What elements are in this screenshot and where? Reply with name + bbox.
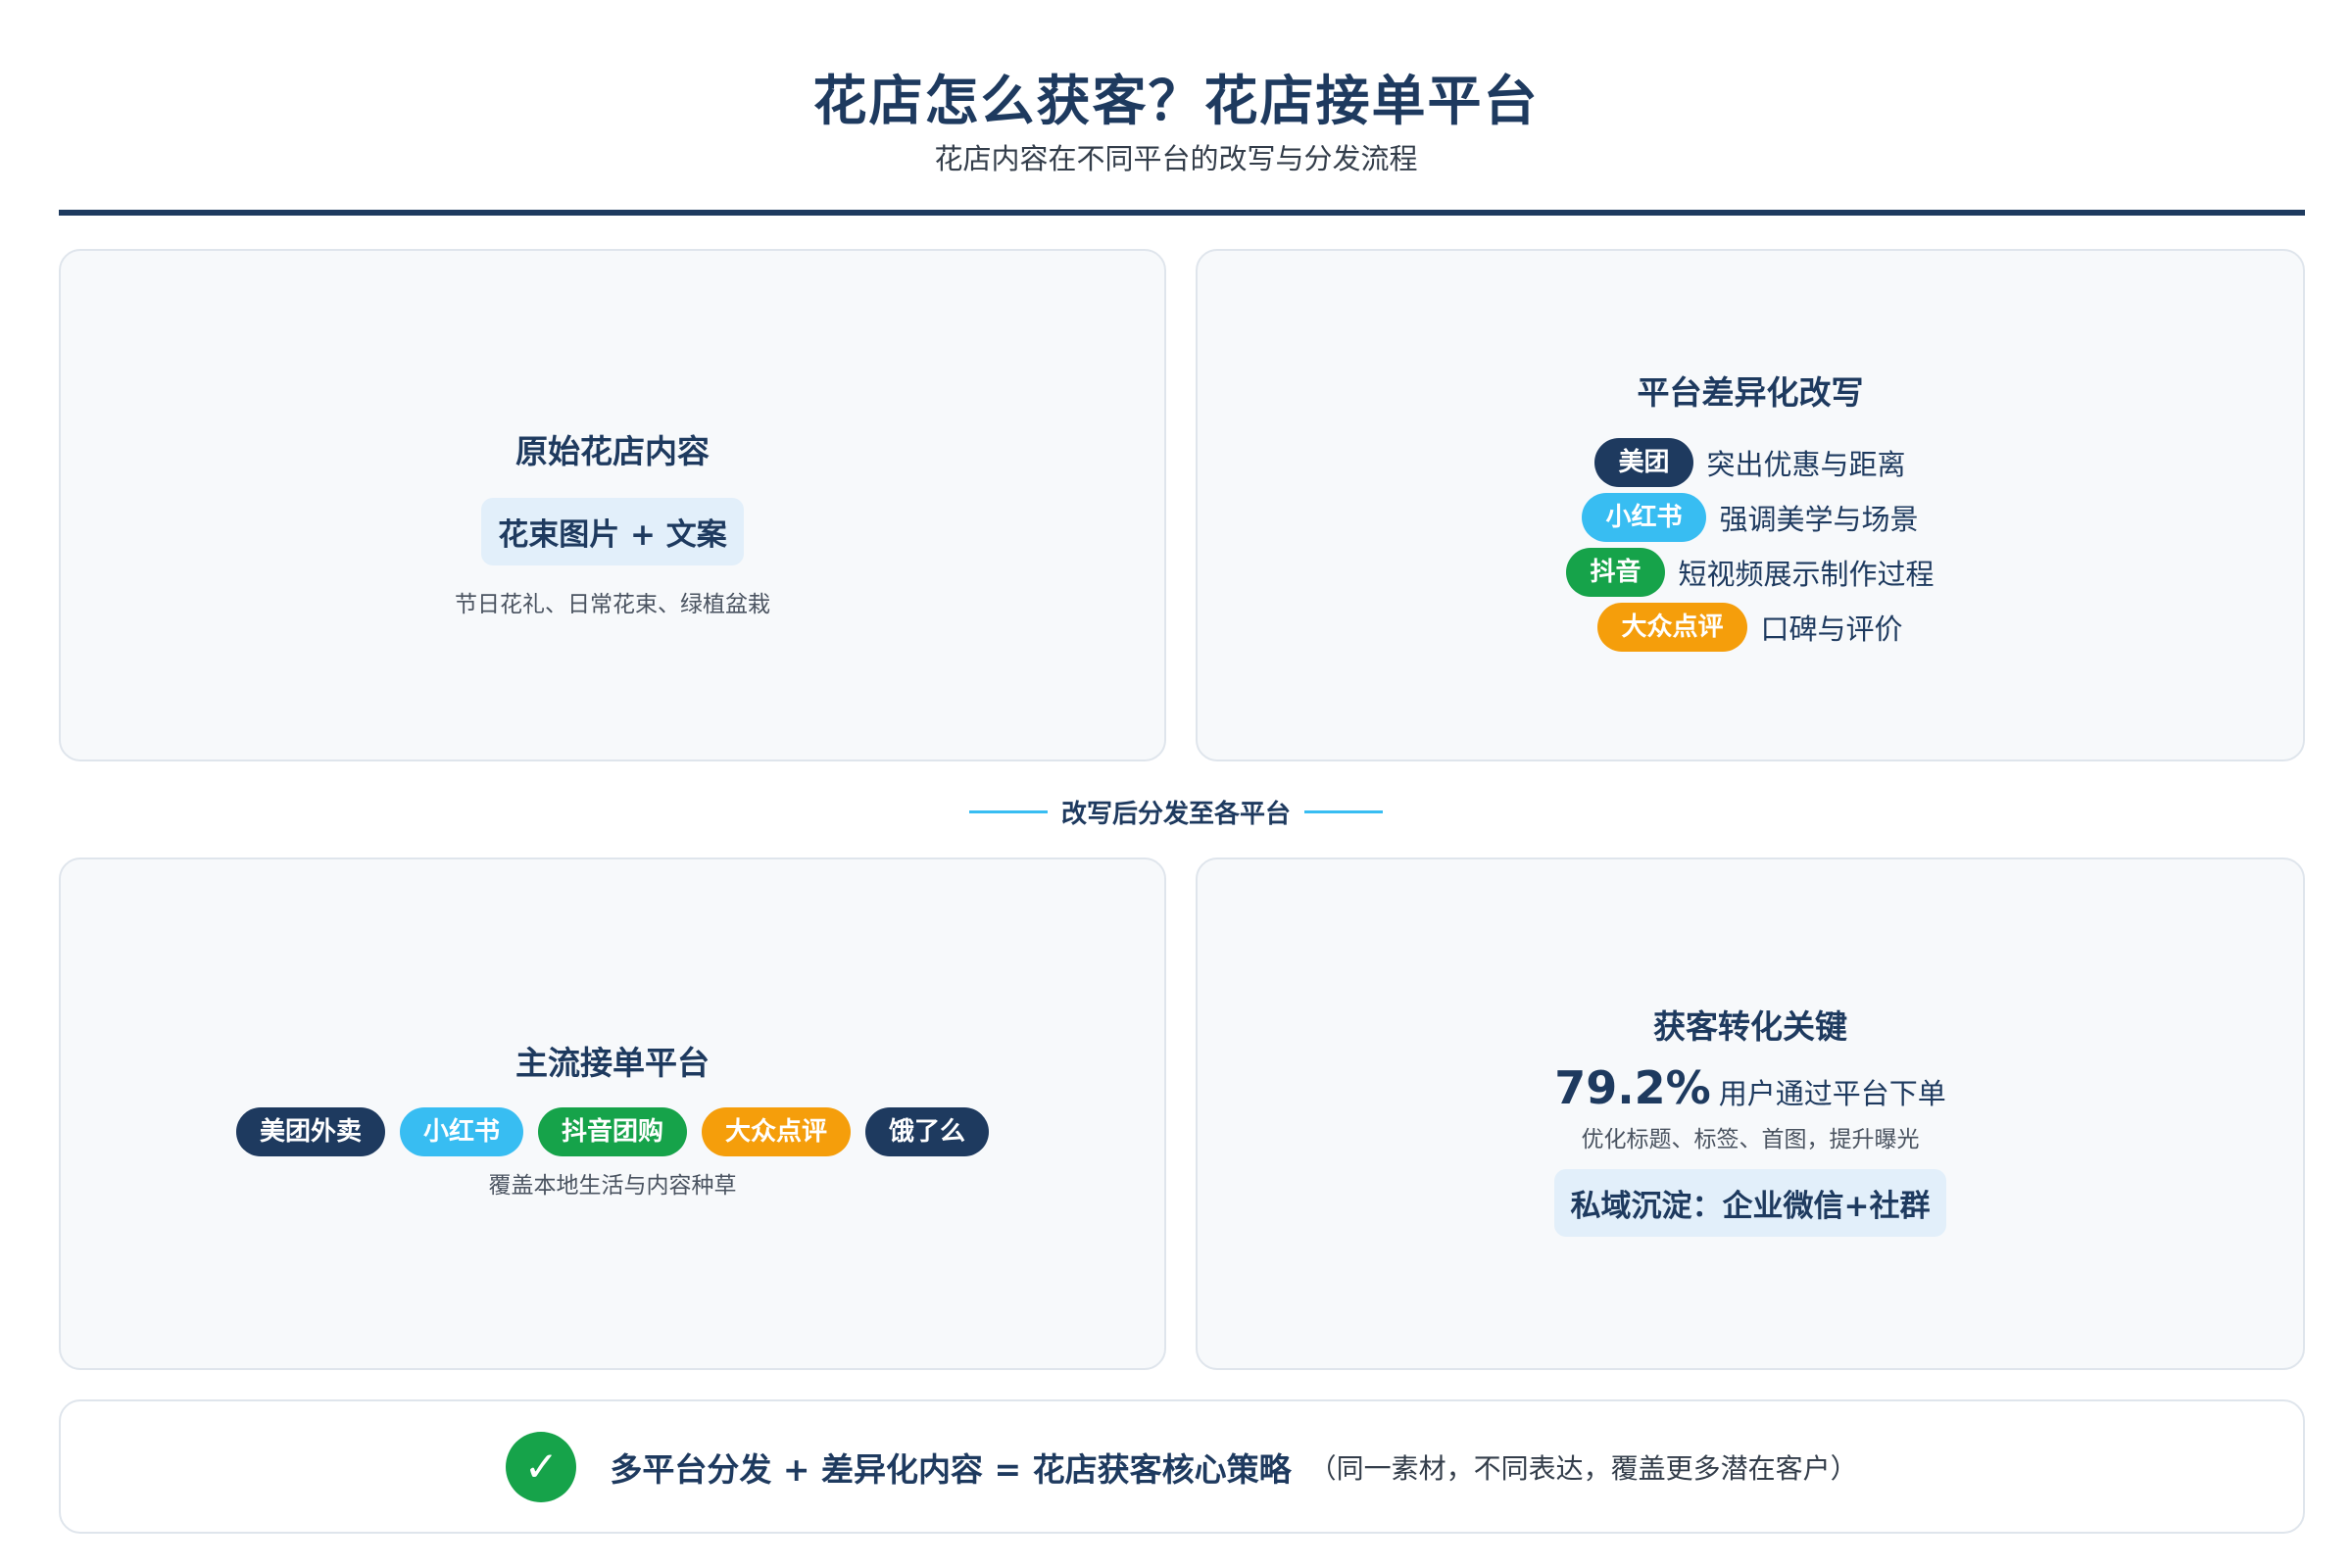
flow-line-left: [968, 810, 1048, 813]
strategy-note: （同一素材，不同表达，覆盖更多潜在客户）: [1308, 1451, 1858, 1485]
conversion-card: 获客转化关键 79.2% 用户通过平台下单 优化标题、标签、首图，提升曝光 私域…: [1196, 858, 2305, 1370]
platform-tag-xiaohongshu: 小红书: [1582, 493, 1706, 542]
platforms-card: 主流接单平台 美团外卖 小红书 抖音团购 大众点评 饿了么 覆盖本地生活与内容种…: [59, 858, 1166, 1370]
strategy-footer: ✓ 多平台分发 + 差异化内容 = 花店获客核心策略 （同一素材，不同表达，覆盖…: [59, 1399, 2305, 1534]
platform-pill-row: 美团外卖 小红书 抖音团购 大众点评 饿了么: [61, 1107, 1164, 1156]
platform-pill-eleme: 饿了么: [865, 1107, 990, 1156]
platform-pill-meituan-waimai: 美团外卖: [235, 1107, 385, 1156]
platform-tag-dianping: 大众点评: [1597, 603, 1747, 652]
platform-tag-douyin: 抖音: [1566, 548, 1665, 597]
conversion-stat-desc: 用户通过平台下单: [1718, 1077, 1946, 1110]
platform-pill-dianping: 大众点评: [702, 1107, 852, 1156]
strategy-summary: 多平台分发 + 差异化内容 = 花店获客核心策略: [610, 1449, 1292, 1489]
rewrite-row: 小红书 强调美学与场景: [1198, 492, 2303, 543]
header-divider: [59, 210, 2305, 216]
flow-connector: 改写后分发至各平台: [0, 794, 2352, 830]
platform-rewrite-card: 平台差异化改写 美团 突出优惠与距离 小红书 强调美学与场景 抖音 短视频展示制…: [1196, 249, 2305, 761]
rewrite-row: 美团 突出优惠与距离: [1198, 437, 2303, 488]
rewrite-desc: 强调美学与场景: [1719, 503, 1919, 536]
private-domain-highlight: 私域沉淀：企业微信+社群: [1553, 1169, 1947, 1237]
source-card-title: 原始花店内容: [515, 432, 710, 470]
rewrite-row: 大众点评 口碑与评价: [1198, 602, 2303, 653]
platforms-card-title: 主流接单平台: [515, 1044, 710, 1082]
page-title: 花店怎么获客？花店接单平台: [812, 70, 1540, 132]
flow-line-right: [1304, 810, 1383, 813]
rewrite-row: 抖音 短视频展示制作过程: [1198, 547, 2303, 598]
source-note: 节日花礼、日常花束、绿植盆栽: [455, 592, 770, 617]
rewrite-desc: 短视频展示制作过程: [1678, 558, 1935, 591]
rewrite-desc: 突出优惠与距离: [1706, 448, 1906, 481]
rewrite-desc: 口碑与评价: [1760, 612, 1903, 646]
conversion-stat-value: 79.2%: [1554, 1061, 1711, 1114]
platform-tag-meituan: 美团: [1594, 438, 1693, 487]
platforms-note: 覆盖本地生活与内容种草: [488, 1173, 737, 1199]
conversion-note: 优化标题、标签、首图，提升曝光: [1581, 1127, 1920, 1152]
rewrite-card-title: 平台差异化改写: [1637, 373, 1864, 412]
flow-label: 改写后分发至各平台: [1060, 800, 1291, 829]
source-content-card: 原始花店内容 花束图片 + 文案 节日花礼、日常花束、绿植盆栽: [59, 249, 1166, 761]
platform-pill-xiaohongshu: 小红书: [399, 1107, 523, 1156]
page-subtitle: 花店内容在不同平台的改写与分发流程: [934, 142, 1418, 175]
conversion-stat: 79.2% 用户通过平台下单: [1198, 1061, 2303, 1114]
conversion-card-title: 获客转化关键: [1653, 1007, 1847, 1046]
source-highlight: 花束图片 + 文案: [481, 498, 744, 565]
platform-pill-douyin-tuangou: 抖音团购: [537, 1107, 687, 1156]
check-icon: ✓: [506, 1431, 577, 1502]
